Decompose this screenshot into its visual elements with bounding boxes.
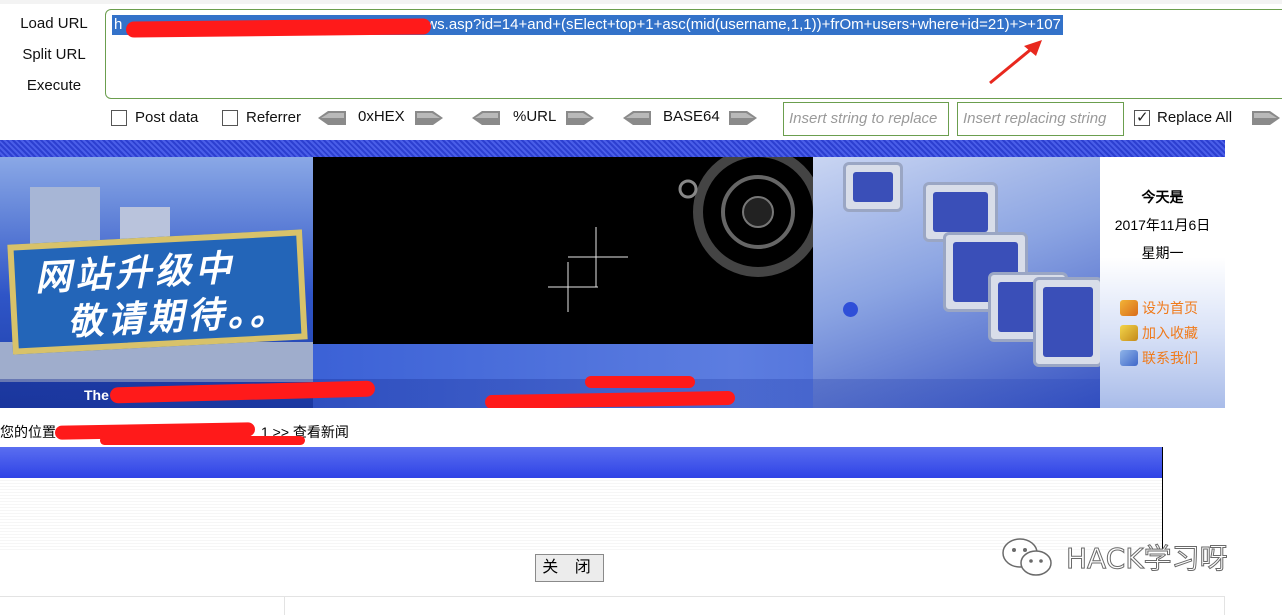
home-icon xyxy=(1120,300,1138,316)
contact-icon xyxy=(1120,350,1138,366)
url-decode-arrow-icon[interactable] xyxy=(472,110,500,126)
hackbar-action-buttons: Load URL Split URL Execute xyxy=(8,8,100,101)
redaction-mark xyxy=(100,436,305,445)
footer-divider xyxy=(0,596,1225,597)
sparkle-graphic xyxy=(548,157,813,312)
base64-encoder-label: BASE64 xyxy=(663,108,720,125)
monitor-shape xyxy=(1033,277,1100,367)
toolbar-top-strip xyxy=(0,0,1282,4)
monitor-shape xyxy=(843,162,903,212)
web-page: 网站升级中 敬请期待。。 The T 今天是 2017年11月6日 星期一 设为… xyxy=(0,140,1282,615)
replace-arrow-icon[interactable] xyxy=(1252,110,1280,126)
hackbar-toolbar: Load URL Split URL Execute h ws.asp?id=14… xyxy=(0,0,1282,140)
post-data-label: Post data xyxy=(135,109,199,126)
hex-encoder-label: 0xHEX xyxy=(358,108,405,125)
split-url-button[interactable]: Split URL xyxy=(8,39,100,70)
url-encoder-label: %URL xyxy=(513,108,557,125)
close-button[interactable]: 关 闭 xyxy=(535,554,604,582)
contact-us-link[interactable]: 联系我们 xyxy=(1120,348,1198,368)
maintenance-sign-text: 网站升级中 敬请期待。。 xyxy=(34,242,298,347)
contact-us-label: 联系我们 xyxy=(1142,350,1198,366)
breadcrumb-prefix: 您的位置 xyxy=(0,424,56,440)
execute-button[interactable]: Execute xyxy=(8,70,100,101)
current-date: 2017年11月6日 xyxy=(1114,217,1211,233)
hackbar-options-row: Post data Referrer 0xHEX %URL BASE64 Ins… xyxy=(0,100,1282,140)
flash-animation-area xyxy=(313,157,813,344)
redaction-mark xyxy=(125,18,432,38)
redaction-mark xyxy=(585,376,695,388)
decorative-dot xyxy=(843,302,858,317)
post-data-checkbox[interactable] xyxy=(111,110,127,126)
load-url-button[interactable]: Load URL xyxy=(8,8,100,39)
site-banner: 网站升级中 敬请期待。。 The T 今天是 2017年11月6日 星期一 设为… xyxy=(0,157,1225,408)
url-prefix: h xyxy=(114,16,123,33)
set-homepage-link[interactable]: 设为首页 xyxy=(1120,298,1198,318)
page-right-margin xyxy=(1225,140,1282,615)
news-title-bar xyxy=(0,447,1163,478)
url-encode-arrow-icon[interactable] xyxy=(566,110,594,126)
base64-encode-arrow-icon[interactable] xyxy=(729,110,757,126)
url-suffix: ws.asp?id=14+and+(sElect+top+1+asc(mid(u… xyxy=(426,16,1061,33)
current-weekday: 星期一 xyxy=(1141,245,1184,261)
building-shape xyxy=(30,187,100,247)
base64-decode-arrow-icon[interactable] xyxy=(623,110,651,126)
news-content-area xyxy=(0,478,1163,550)
today-label: 今天是 xyxy=(1141,189,1184,205)
replace-search-input[interactable]: Insert string to replace xyxy=(783,102,949,136)
banner-building-photo: 网站升级中 敬请期待。。 xyxy=(0,157,313,408)
hex-encode-arrow-icon[interactable] xyxy=(415,110,443,126)
maintenance-sign: 网站升级中 敬请期待。。 xyxy=(7,229,308,355)
footer-divider xyxy=(1224,596,1225,615)
date-panel: 今天是 2017年11月6日 星期一 设为首页 加入收藏 联系我们 xyxy=(1100,157,1225,408)
add-favorite-link[interactable]: 加入收藏 xyxy=(1120,323,1198,343)
watermark-text: HACK学习呀 xyxy=(1066,542,1229,576)
replace-all-checkbox[interactable] xyxy=(1134,108,1150,126)
referrer-label: Referrer xyxy=(246,109,302,126)
set-homepage-label: 设为首页 xyxy=(1142,300,1198,316)
wechat-watermark: HACK学习呀 xyxy=(1000,536,1228,578)
wechat-icon xyxy=(1002,538,1052,576)
banner-top-stripe xyxy=(0,140,1225,157)
replace-with-input[interactable]: Insert replacing string xyxy=(957,102,1124,136)
url-textarea[interactable]: h ws.asp?id=14+and+(sElect+top+1+asc(mid(… xyxy=(105,9,1282,99)
replace-all-label: Replace All xyxy=(1157,109,1233,126)
red-arrow-annotation xyxy=(989,40,1042,85)
banner-computers-photo xyxy=(813,157,1100,408)
favorites-icon xyxy=(1120,325,1138,341)
hex-decode-arrow-icon[interactable] xyxy=(318,110,346,126)
referrer-checkbox[interactable] xyxy=(222,110,238,126)
add-favorite-label: 加入收藏 xyxy=(1142,325,1198,341)
footer-divider xyxy=(284,596,285,615)
